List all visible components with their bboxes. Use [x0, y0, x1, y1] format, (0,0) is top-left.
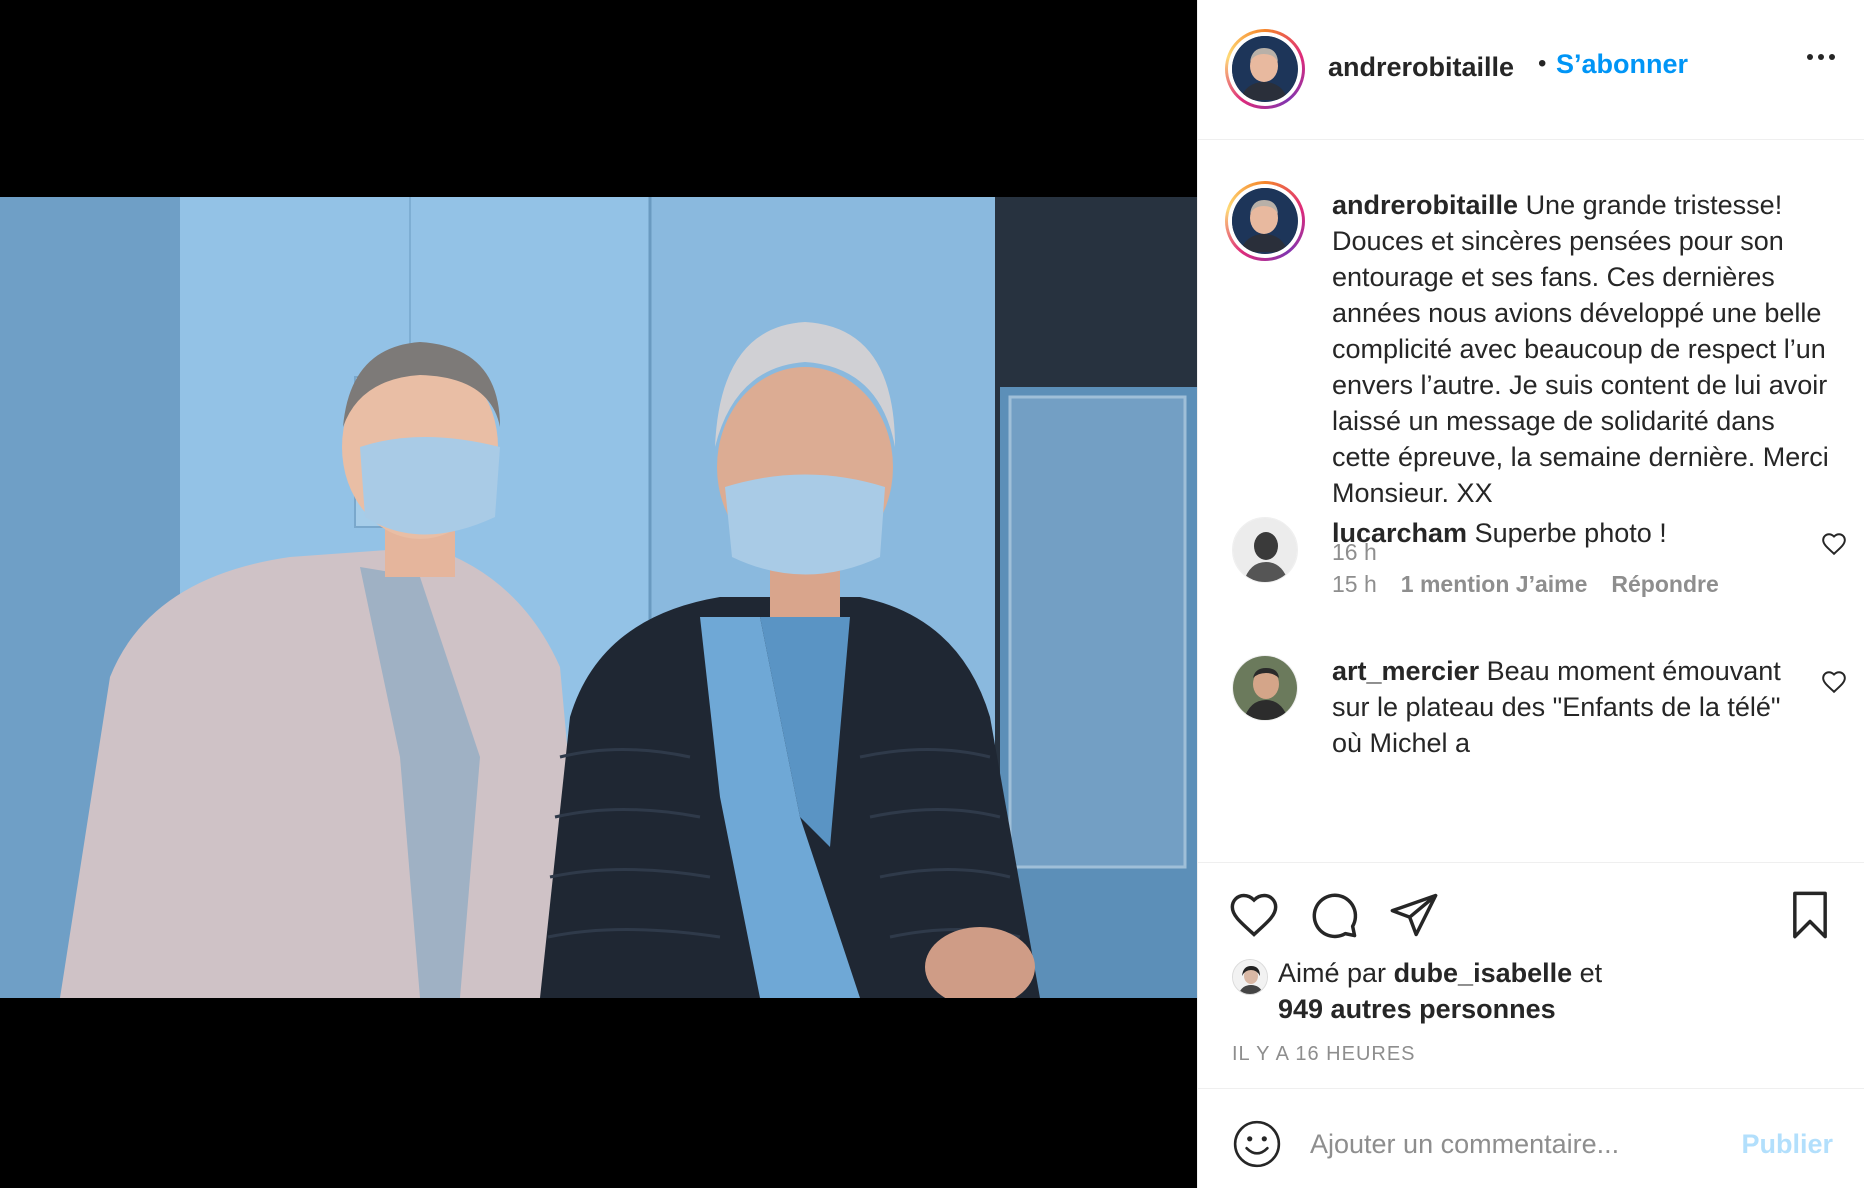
comment-body: Superbe photo !	[1474, 518, 1667, 548]
reply-button[interactable]: Répondre	[1611, 571, 1718, 598]
author-avatar[interactable]	[1225, 29, 1305, 109]
author-username[interactable]: andrerobitaille	[1328, 52, 1514, 83]
caption-body: Une grande tristesse! Douces et sincères…	[1332, 190, 1829, 508]
liker-avatar[interactable]	[1232, 959, 1268, 995]
post-actions: Aimé par dube_isabelle et 949 autres per…	[1198, 862, 1864, 1088]
liker-username[interactable]: dube_isabelle	[1394, 958, 1573, 988]
comment-meta: 15 h 1 mention J’aime Répondre	[1332, 571, 1719, 598]
post-photo[interactable]	[0, 197, 1197, 998]
emoji-smiley-icon[interactable]	[1232, 1119, 1282, 1169]
add-comment-bar: Publier	[1198, 1088, 1864, 1188]
post-timestamp[interactable]: IL Y A 16 HEURES	[1232, 1043, 1416, 1066]
commenter-avatar-image	[1233, 656, 1297, 720]
more-options-icon[interactable]	[1807, 54, 1835, 60]
small-heart-icon[interactable]	[1821, 531, 1847, 557]
comment-username[interactable]: lucarcham	[1332, 518, 1467, 548]
separator-dot: •	[1538, 50, 1547, 77]
paper-plane-icon[interactable]	[1388, 889, 1440, 941]
comment-input[interactable]	[1310, 1119, 1730, 1169]
comment-icon[interactable]	[1308, 889, 1360, 941]
likes-conjunction: et	[1579, 958, 1603, 988]
small-heart-icon[interactable]	[1821, 669, 1847, 695]
likes-count[interactable]: 949 autres personnes	[1278, 994, 1556, 1024]
commenter-avatar[interactable]	[1232, 655, 1298, 721]
heart-icon[interactable]	[1228, 889, 1280, 941]
comment-username[interactable]: art_mercier	[1332, 656, 1479, 686]
liker-avatar-image	[1233, 960, 1267, 994]
post-media	[0, 0, 1197, 1188]
comment-text: lucarcham Superbe photo !	[1332, 515, 1802, 551]
caption-username[interactable]: andrerobitaille	[1332, 190, 1518, 220]
publish-button[interactable]: Publier	[1741, 1129, 1833, 1160]
commenter-avatar[interactable]	[1232, 517, 1298, 583]
likes-prefix: Aimé par	[1278, 958, 1387, 988]
post-header: andrerobitaille • S’abonner	[1198, 0, 1864, 140]
caption-avatar[interactable]	[1225, 181, 1305, 261]
comments-list[interactable]: andrerobitaille Une grande tristesse! Do…	[1198, 141, 1864, 861]
comment-text: art_mercier Beau moment émouvant sur le …	[1332, 653, 1802, 761]
author-avatar-image	[1232, 36, 1296, 100]
bookmark-icon[interactable]	[1784, 889, 1836, 941]
likes-text: Aimé par dube_isabelle et 949 autres per…	[1278, 955, 1678, 1027]
post-side-panel: andrerobitaille • S’abonner andrerobitai…	[1197, 0, 1864, 1188]
follow-button[interactable]: S’abonner	[1556, 49, 1688, 80]
comment-time: 15 h	[1332, 571, 1377, 597]
photo-illustration	[0, 197, 1197, 998]
caption-avatar-image	[1232, 188, 1296, 252]
caption-text: andrerobitaille Une grande tristesse! Do…	[1332, 187, 1837, 511]
comment-likes[interactable]: 1 mention J’aime	[1401, 571, 1588, 598]
commenter-avatar-image	[1233, 518, 1297, 582]
